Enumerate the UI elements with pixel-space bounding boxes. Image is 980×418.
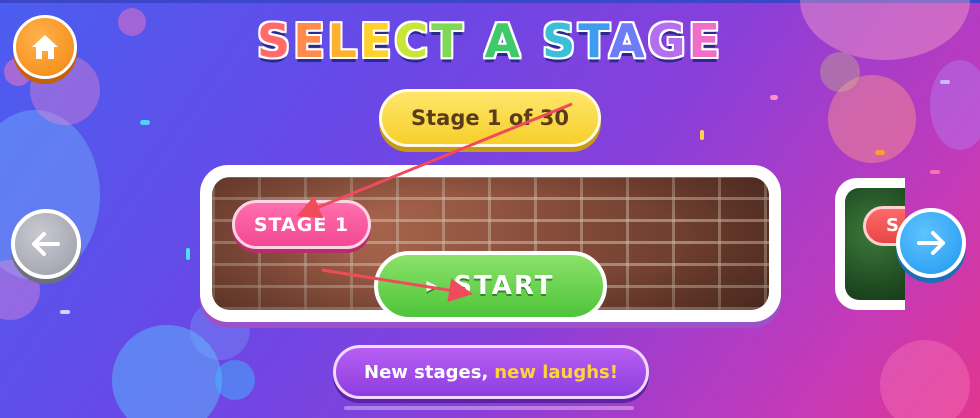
title-letter: [523, 14, 542, 68]
start-label: START: [453, 271, 555, 301]
title-letter: E: [688, 14, 723, 68]
banner-text: New stages,: [364, 361, 489, 383]
start-button[interactable]: ▶ START: [374, 251, 607, 321]
title-letter: T: [578, 14, 610, 68]
decor-bubble: [880, 340, 970, 418]
decor-bubble: [930, 60, 980, 150]
page-title: SELECT A STAGE: [0, 14, 980, 68]
banner-accent-text: new laughs!: [494, 361, 618, 383]
next-stage-card[interactable]: S: [835, 178, 905, 310]
play-icon: ▶: [426, 278, 440, 294]
arrow-right-icon: [917, 231, 945, 255]
title-letter: G: [647, 14, 689, 68]
decor-confetti: [60, 310, 70, 314]
title-letter: E: [359, 14, 395, 68]
home-indicator: [344, 406, 634, 410]
stage-counter: Stage 1 of 30: [379, 89, 601, 147]
decor-confetti: [700, 130, 704, 140]
prev-stage-button[interactable]: [11, 209, 81, 279]
title-letter: E: [293, 14, 328, 68]
decor-confetti: [930, 170, 940, 174]
decor-confetti: [940, 80, 950, 84]
title-letter: A: [609, 14, 648, 68]
title-letter: C: [394, 14, 432, 68]
next-stage-button[interactable]: [896, 208, 966, 278]
decor-confetti: [140, 120, 150, 125]
title-letter: S: [257, 14, 294, 68]
arrow-left-icon: [32, 232, 60, 256]
title-letter: S: [542, 14, 579, 68]
promo-banner[interactable]: New stages, new laughs!: [333, 345, 649, 399]
decor-confetti: [186, 248, 190, 260]
title-letter: A: [484, 14, 524, 68]
decor-bubble: [215, 360, 255, 400]
title-letter: [466, 14, 485, 68]
title-letter: T: [431, 14, 466, 68]
decor-confetti: [875, 150, 885, 155]
title-letter: L: [327, 14, 360, 68]
stage-tag: STAGE 1: [232, 200, 371, 249]
decor-confetti: [770, 95, 778, 100]
